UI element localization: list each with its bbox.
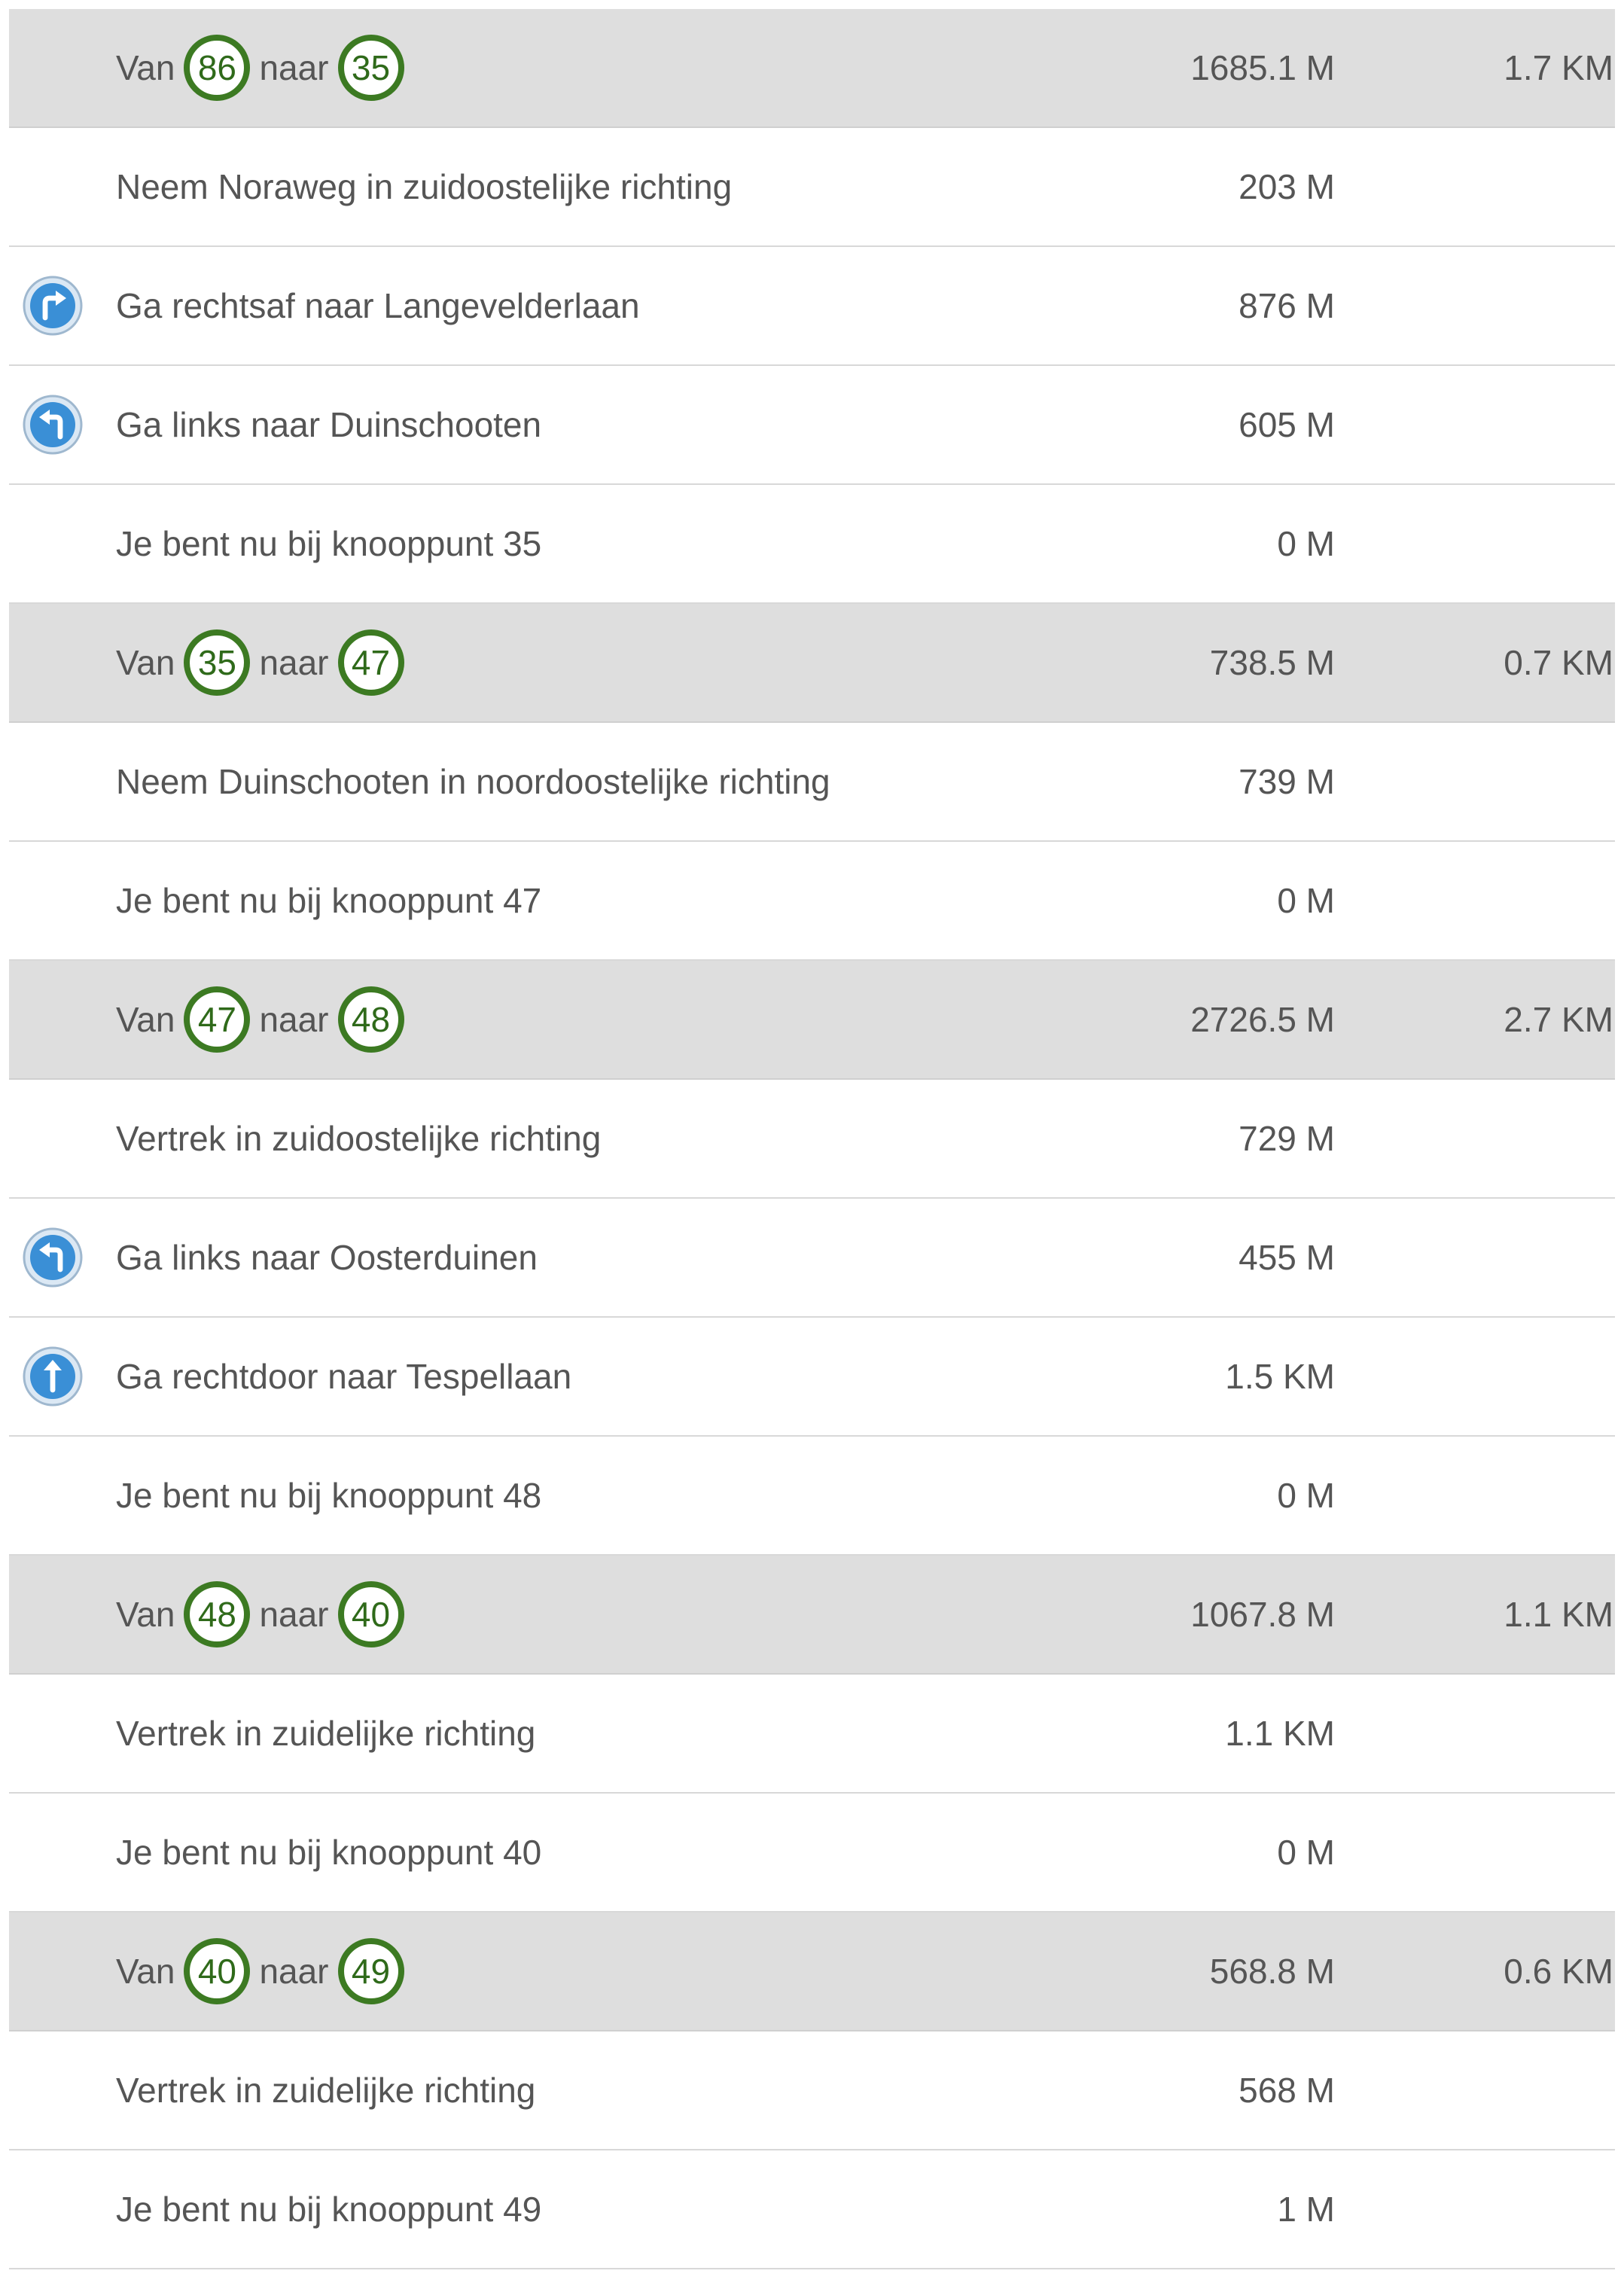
step-instruction: Je bent nu bij knooppunt 48 — [116, 1476, 542, 1515]
step-instruction: Je bent nu bij knooppunt 49 — [116, 2190, 542, 2229]
step-instruction: Ga links naar Oosterduinen — [116, 1238, 538, 1277]
direction-step[interactable]: Je bent nu bij knooppunt 49 1 M — [9, 2150, 1615, 2269]
route-segment-header[interactable]: Van 86 naar 35 1685.1 M 1.7 KM — [9, 9, 1615, 128]
segment-distance: 2726.5 M — [1190, 1000, 1335, 1039]
direction-step[interactable]: Vertrek in zuidoostelijke richting 729 M — [9, 1080, 1615, 1199]
step-distance: 0 M — [1277, 1833, 1335, 1872]
direction-step[interactable]: Je bent nu bij knooppunt 47 0 M — [9, 842, 1615, 961]
direction-step[interactable]: Ga rechtdoor naar Tespellaan 1.5 KM — [9, 1318, 1615, 1437]
segment-distance: 1067.8 M — [1190, 1595, 1335, 1634]
step-instruction: Neem Duinschooten in noordoostelijke ric… — [116, 762, 830, 801]
from-label: Van — [116, 48, 175, 87]
route-segment-header[interactable]: Van 35 naar 47 738.5 M 0.7 KM — [9, 604, 1615, 723]
step-instruction: Ga links naar Duinschooten — [116, 405, 542, 444]
turn-right-icon — [23, 276, 83, 336]
direction-step[interactable]: Vertrek in zuidelijke richting 568 M — [9, 2031, 1615, 2150]
step-instruction: Ga rechtdoor naar Tespellaan — [116, 1357, 572, 1396]
segment-distance: 568.8 M — [1209, 1952, 1335, 1991]
segment-title: Van 35 naar 47 — [116, 604, 413, 721]
node-badge-from: 86 — [184, 35, 251, 101]
segment-distance: 1685.1 M — [1190, 48, 1335, 87]
route-segment-header[interactable]: Van 40 naar 49 568.8 M 0.6 KM — [9, 1913, 1615, 2031]
turn-left-icon — [23, 395, 83, 455]
step-instruction: Vertrek in zuidoostelijke richting — [116, 1119, 602, 1158]
direction-step[interactable]: Neem Noraweg in zuidoostelijke richting 2… — [9, 128, 1615, 247]
step-distance: 1.1 KM — [1225, 1714, 1335, 1753]
from-label: Van — [116, 643, 175, 682]
segment-title: Van 47 naar 48 — [116, 961, 413, 1078]
step-distance: 0 M — [1277, 1476, 1335, 1515]
segment-title: Van 48 naar 40 — [116, 1556, 413, 1673]
node-badge-from: 47 — [184, 986, 251, 1053]
segment-distance: 738.5 M — [1209, 643, 1335, 682]
step-instruction: Vertrek in zuidelijke richting — [116, 2071, 536, 2110]
step-instruction: Vertrek in zuidelijke richting — [116, 1714, 536, 1753]
node-badge-from: 35 — [184, 629, 251, 696]
node-badge-to: 48 — [337, 986, 404, 1053]
step-distance: 1 M — [1277, 2190, 1335, 2229]
segment-title: Van 40 naar 49 — [116, 1913, 413, 2030]
direction-step[interactable]: Je bent nu bij knooppunt 40 0 M — [9, 1794, 1615, 1913]
direction-step[interactable]: Ga links naar Oosterduinen 455 M — [9, 1199, 1615, 1318]
to-label: naar — [259, 1952, 329, 1991]
segment-total: 0.6 KM — [1504, 1952, 1613, 1991]
to-label: naar — [259, 1595, 329, 1634]
to-label: naar — [259, 1000, 329, 1039]
step-distance: 876 M — [1239, 286, 1335, 325]
step-distance: 605 M — [1239, 405, 1335, 444]
step-distance: 1.5 KM — [1225, 1357, 1335, 1396]
direction-step[interactable]: Je bent nu bij knooppunt 48 0 M — [9, 1437, 1615, 1556]
direction-step[interactable]: Vertrek in zuidelijke richting 1.1 KM — [9, 1675, 1615, 1794]
route-directions-list: Van 86 naar 35 1685.1 M 1.7 KM Neem Noraweg in… — [9, 9, 1615, 2269]
step-instruction: Je bent nu bij knooppunt 40 — [116, 1833, 542, 1872]
route-segment-header[interactable]: Van 47 naar 48 2726.5 M 2.7 KM — [9, 961, 1615, 1080]
node-badge-to: 49 — [337, 1938, 404, 2004]
step-distance: 568 M — [1239, 2071, 1335, 2110]
node-badge-from: 40 — [184, 1938, 251, 2004]
segment-title: Van 86 naar 35 — [116, 9, 413, 126]
step-distance: 729 M — [1239, 1119, 1335, 1158]
node-badge-to: 35 — [337, 35, 404, 101]
from-label: Van — [116, 1952, 175, 1991]
direction-step[interactable]: Ga rechtsaf naar Langevelderlaan 876 M — [9, 247, 1615, 366]
segment-total: 1.1 KM — [1504, 1595, 1613, 1634]
step-instruction: Ga rechtsaf naar Langevelderlaan — [116, 286, 640, 325]
step-instruction: Je bent nu bij knooppunt 47 — [116, 881, 542, 920]
direction-step[interactable]: Je bent nu bij knooppunt 35 0 M — [9, 485, 1615, 604]
route-segment-header[interactable]: Van 48 naar 40 1067.8 M 1.1 KM — [9, 1556, 1615, 1675]
from-label: Van — [116, 1595, 175, 1634]
step-instruction: Je bent nu bij knooppunt 35 — [116, 524, 542, 563]
step-distance: 0 M — [1277, 881, 1335, 920]
node-badge-to: 47 — [337, 629, 404, 696]
direction-step[interactable]: Ga links naar Duinschooten 605 M — [9, 366, 1615, 485]
segment-total: 2.7 KM — [1504, 1000, 1613, 1039]
segment-total: 0.7 KM — [1504, 643, 1613, 682]
node-badge-to: 40 — [337, 1581, 404, 1647]
segment-total: 1.7 KM — [1504, 48, 1613, 87]
to-label: naar — [259, 48, 329, 87]
step-distance: 0 M — [1277, 524, 1335, 563]
step-distance: 739 M — [1239, 762, 1335, 801]
from-label: Van — [116, 1000, 175, 1039]
direction-step[interactable]: Neem Duinschooten in noordoostelijke ric… — [9, 723, 1615, 842]
step-distance: 455 M — [1239, 1238, 1335, 1277]
straight-ahead-icon — [23, 1346, 83, 1407]
turn-left-icon — [23, 1227, 83, 1288]
node-badge-from: 48 — [184, 1581, 251, 1647]
to-label: naar — [259, 643, 329, 682]
step-distance: 203 M — [1239, 167, 1335, 206]
step-instruction: Neem Noraweg in zuidoostelijke richting — [116, 167, 733, 206]
